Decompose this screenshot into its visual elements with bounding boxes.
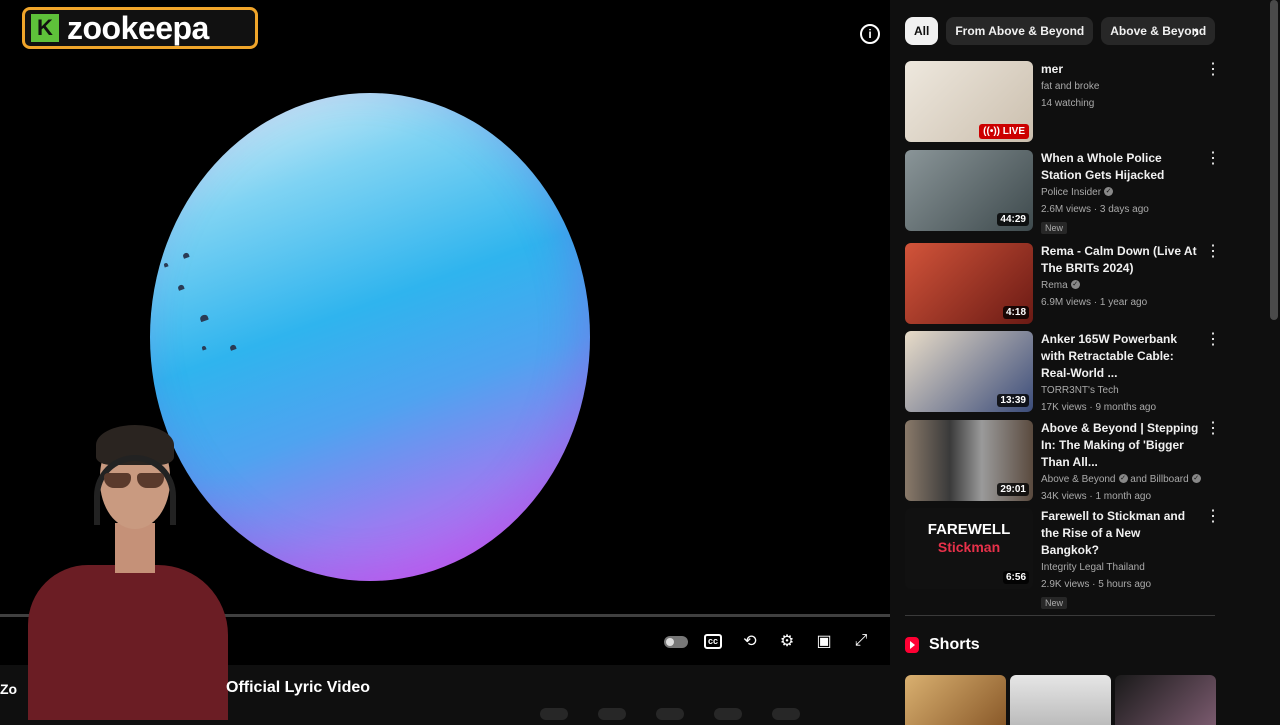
miniplayer-button[interactable]: ▣ bbox=[811, 628, 837, 654]
shorts-icon bbox=[905, 637, 919, 653]
info-icon[interactable]: i bbox=[860, 24, 880, 44]
bird bbox=[182, 252, 190, 259]
bird bbox=[163, 262, 169, 268]
more-vert-icon[interactable]: ⋮ bbox=[1205, 420, 1221, 436]
video-thumbnail[interactable]: 44:29 bbox=[905, 149, 1033, 231]
channel-name[interactable]: Rema ✓ bbox=[1041, 277, 1201, 294]
shorts-header: Shorts bbox=[905, 636, 980, 654]
loop-button[interactable]: ⟲ bbox=[737, 628, 763, 654]
video-thumbnail[interactable]: 13:39 bbox=[905, 331, 1033, 412]
channel-name[interactable]: Integrity Legal Thailand bbox=[1041, 559, 1201, 576]
channel-name[interactable]: Police Insider ✓ bbox=[1041, 184, 1201, 201]
fullscreen-icon: ⤢ bbox=[854, 632, 868, 649]
view-count: 2.9K views · 5 hours ago bbox=[1041, 579, 1152, 590]
duration-badge: 4:18 bbox=[1002, 305, 1029, 319]
verified-icon: ✓ bbox=[1191, 474, 1201, 484]
channel-watermark-logo: K zookeepa bbox=[22, 7, 258, 49]
video-title[interactable]: Farewell to Stickman and the Rise of a N… bbox=[1041, 508, 1201, 559]
list-item[interactable]: 29:01 Above & Beyond | Stepping In: The … bbox=[905, 419, 1225, 509]
more-vert-icon[interactable]: ⋮ bbox=[1205, 243, 1221, 259]
video-thumbnail[interactable]: 29:01 bbox=[905, 419, 1033, 501]
short-thumbnail[interactable] bbox=[1115, 675, 1216, 725]
settings-button[interactable]: ⚙ bbox=[774, 628, 800, 654]
action-button[interactable] bbox=[656, 708, 684, 720]
channel-name[interactable]: fat and broke bbox=[1041, 78, 1201, 95]
filter-chips: All From Above & Beyond Above & Beyond bbox=[905, 17, 1216, 45]
list-item[interactable]: 4:18 Rema - Calm Down (Live At The BRITs… bbox=[905, 242, 1225, 332]
channel-name[interactable]: TORR3NT's Tech bbox=[1041, 382, 1201, 399]
video-title-prefix: Zo bbox=[0, 681, 18, 697]
shorts-label: Shorts bbox=[929, 636, 980, 653]
more-vert-icon[interactable]: ⋮ bbox=[1205, 62, 1221, 78]
logo-text: zookeepa bbox=[67, 9, 209, 46]
chevron-right-icon[interactable]: › bbox=[1186, 22, 1206, 42]
short-thumbnail[interactable] bbox=[905, 675, 1006, 725]
webcam-overlay bbox=[0, 415, 235, 720]
video-thumbnail[interactable]: 4:18 bbox=[905, 242, 1033, 324]
captions-icon: cc bbox=[704, 633, 722, 649]
list-item[interactable]: ((•)) LIVE mer fat and broke 14 watching… bbox=[905, 61, 1225, 150]
live-badge: ((•)) LIVE bbox=[979, 124, 1029, 139]
view-count: 2.6M views · 3 days ago bbox=[1041, 203, 1149, 215]
section-divider bbox=[905, 615, 1215, 616]
verified-icon: ✓ bbox=[1118, 474, 1128, 484]
related-videos-list: ((•)) LIVE mer fat and broke 14 watching… bbox=[905, 61, 1225, 609]
list-item[interactable]: FAREWELL Stickman 6:56 Farewell to Stick… bbox=[905, 508, 1225, 609]
autoplay-toggle[interactable] bbox=[664, 636, 688, 648]
bird bbox=[201, 345, 207, 351]
verified-icon: ✓ bbox=[1070, 280, 1080, 290]
action-button[interactable] bbox=[598, 708, 626, 720]
more-vert-icon[interactable]: ⋮ bbox=[1205, 509, 1221, 525]
list-item[interactable]: 13:39 Anker 165W Powerbank with Retracta… bbox=[905, 331, 1225, 420]
view-count: 14 watching bbox=[1041, 98, 1095, 109]
new-badge: New bbox=[1041, 597, 1068, 609]
video-actions-row bbox=[540, 708, 800, 720]
video-title: Official Lyric Video bbox=[226, 679, 371, 696]
action-button[interactable] bbox=[772, 708, 800, 720]
miniplayer-icon: ▣ bbox=[816, 633, 832, 650]
channel-name[interactable]: Above & Beyond ✓ and Billboard ✓ bbox=[1041, 471, 1201, 488]
gear-icon: ⚙ bbox=[779, 633, 795, 650]
loop-icon: ⟲ bbox=[743, 633, 757, 650]
new-badge: New bbox=[1041, 221, 1068, 234]
sidebar-scrollbar[interactable] bbox=[1270, 0, 1278, 320]
captions-button[interactable]: cc bbox=[700, 628, 726, 654]
sunglasses bbox=[104, 473, 166, 489]
logo-badge: K bbox=[29, 12, 61, 44]
person-neck bbox=[115, 523, 155, 573]
video-title[interactable]: When a Whole Police Station Gets Hijacke… bbox=[1041, 150, 1201, 184]
view-count: 17K views · 9 months ago bbox=[1041, 402, 1157, 413]
video-title[interactable]: mer bbox=[1041, 61, 1201, 78]
action-button[interactable] bbox=[540, 708, 568, 720]
chip-from-above-beyond[interactable]: From Above & Beyond bbox=[946, 17, 1094, 45]
fullscreen-button[interactable]: ⤢ bbox=[848, 628, 874, 654]
duration-badge: 29:01 bbox=[997, 482, 1029, 496]
short-thumbnail[interactable] bbox=[1010, 675, 1111, 725]
view-count: 34K views · 1 month ago bbox=[1041, 490, 1152, 502]
video-title[interactable]: Rema - Calm Down (Live At The BRITs 2024… bbox=[1041, 243, 1201, 277]
bird bbox=[199, 313, 209, 323]
bird bbox=[229, 344, 237, 351]
bird bbox=[177, 284, 185, 291]
verified-icon: ✓ bbox=[1104, 187, 1114, 197]
thumb-text-farewell: FAREWELL bbox=[927, 521, 1011, 538]
video-thumbnail[interactable]: FAREWELL Stickman 6:56 bbox=[905, 508, 1033, 589]
duration-badge: 13:39 bbox=[997, 394, 1029, 407]
view-count: 6.9M views · 1 year ago bbox=[1041, 296, 1148, 308]
list-item[interactable]: 44:29 When a Whole Police Station Gets H… bbox=[905, 149, 1225, 243]
action-button[interactable] bbox=[714, 708, 742, 720]
more-vert-icon[interactable]: ⋮ bbox=[1205, 150, 1221, 166]
video-thumbnail[interactable]: ((•)) LIVE bbox=[905, 61, 1033, 142]
video-title[interactable]: Above & Beyond | Stepping In: The Making… bbox=[1041, 420, 1201, 471]
duration-badge: 44:29 bbox=[997, 212, 1029, 226]
person-shirt bbox=[28, 565, 228, 720]
shorts-row bbox=[905, 675, 1216, 725]
chip-all[interactable]: All bbox=[905, 17, 939, 45]
more-vert-icon[interactable]: ⋮ bbox=[1205, 332, 1221, 348]
video-title[interactable]: Anker 165W Powerbank with Retractable Ca… bbox=[1041, 331, 1201, 382]
duration-badge: 6:56 bbox=[1002, 571, 1029, 584]
thumb-text-stickman: Stickman bbox=[937, 539, 1001, 555]
